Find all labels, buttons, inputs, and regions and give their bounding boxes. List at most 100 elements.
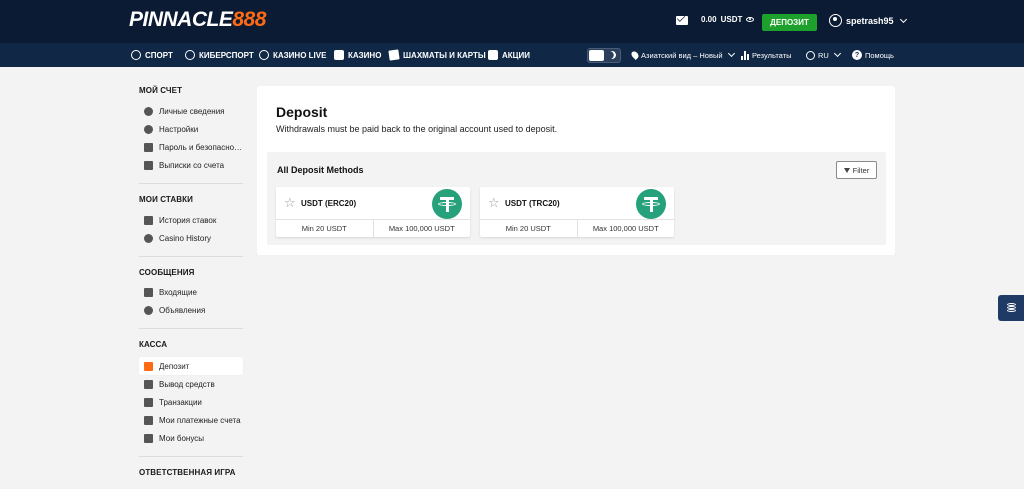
- sidebar-item-label: Транзакции: [159, 397, 202, 407]
- document-icon: [144, 160, 153, 170]
- bet-slip-tab[interactable]: [998, 295, 1024, 321]
- transfer-icon: [144, 397, 153, 407]
- results-label: Результаты: [752, 50, 792, 60]
- nav-label: КАЗИНО LIVE: [273, 50, 327, 60]
- section-title-responsible-gaming: ОТВЕТСТВЕННАЯ ИГРА: [139, 468, 236, 477]
- sidebar-item-label: Объявления: [159, 305, 206, 315]
- payment-method-card-erc20[interactable]: ☆ USDT (ERC20) Min 20 USDT Max 100,000 U…: [276, 187, 470, 237]
- deposit-icon: [144, 361, 153, 371]
- deposit-methods-section: All Deposit Methods Filter ☆ USDT (ERC20…: [267, 152, 886, 245]
- chevron-down-icon: [899, 15, 907, 23]
- star-icon[interactable]: ☆: [284, 196, 296, 209]
- bank-icon: [144, 415, 153, 425]
- payment-method-card-trc20[interactable]: ☆ USDT (TRC20) Min 20 USDT Max 100,000 U…: [480, 187, 674, 237]
- sidebar-item-settings[interactable]: Настройки: [139, 120, 243, 138]
- toggle-knob: [589, 50, 604, 61]
- odds-view-label: Азиатский вид – Новый: [641, 50, 723, 60]
- mail-icon[interactable]: [676, 16, 688, 25]
- sidebar-item-withdrawal[interactable]: Вывод средств: [139, 375, 243, 393]
- payment-method-limits: Min 20 USDT Max 100,000 USDT: [276, 219, 470, 237]
- sidebar-item-label: Вывод средств: [159, 379, 215, 389]
- min-limit: Min 20 USDT: [505, 224, 551, 233]
- sidebar-item-label: Casino History: [159, 233, 212, 243]
- funnel-icon: [843, 167, 850, 173]
- section-divider: [139, 256, 243, 257]
- globe-icon: [806, 50, 815, 60]
- section-title-cashier: КАССА: [139, 340, 168, 349]
- chevron-down-icon: [727, 49, 735, 58]
- help-label: Помощь: [865, 50, 894, 60]
- star-icon[interactable]: ☆: [488, 196, 500, 209]
- headset-icon: [185, 50, 195, 60]
- sidebar-item-label: Депозит: [159, 361, 190, 371]
- chevron-down-icon: [833, 49, 841, 58]
- nav-item-live-casino[interactable]: КАЗИНО LIVE: [259, 48, 326, 62]
- sidebar-item-statements[interactable]: Выписки со счета: [139, 156, 243, 174]
- cash-icon: [144, 379, 153, 389]
- sidebar-item-inbox[interactable]: Входящие: [139, 283, 243, 301]
- theme-toggle[interactable]: [587, 48, 621, 63]
- results-link[interactable]: Результаты: [741, 48, 792, 62]
- mail-icon: [144, 287, 153, 297]
- payment-method-name: USDT (TRC20): [505, 199, 560, 208]
- sidebar-item-personal-info[interactable]: Личные сведения: [139, 102, 243, 120]
- nav-item-casino[interactable]: КАЗИНО: [334, 48, 381, 62]
- section-title-my-account: МОЙ СЧЕТ: [139, 86, 183, 95]
- sidebar-item-deposit[interactable]: Депозит: [139, 357, 243, 375]
- nav-item-chess-cards[interactable]: ШАХМАТЫ И КАРТЫ: [388, 48, 486, 62]
- sidebar-item-label: Пароль и безопасно…: [159, 142, 243, 152]
- nav-item-promotions[interactable]: АКЦИИ: [488, 48, 530, 62]
- balance-display: 0.00 USDT: [701, 15, 755, 24]
- nav-label: АКЦИИ: [502, 50, 531, 60]
- section-divider: [139, 183, 243, 184]
- logo-text: PINNACLE: [129, 8, 233, 31]
- section-divider: [139, 328, 243, 329]
- bell-icon: [144, 305, 153, 315]
- page-subtitle: Withdrawals must be paid back to the ori…: [276, 124, 558, 134]
- sidebar-item-label: Выписки со счета: [159, 160, 225, 170]
- bar-chart-icon: [741, 50, 749, 60]
- lock-icon: [144, 142, 153, 152]
- help-icon: ?: [852, 50, 862, 60]
- gift-icon: [144, 433, 153, 443]
- nav-label: КАЗИНО: [348, 50, 382, 60]
- eye-icon[interactable]: [746, 17, 755, 22]
- payment-method-limits: Min 20 USDT Max 100,000 USDT: [480, 219, 674, 237]
- sidebar-item-label: Входящие: [159, 287, 197, 297]
- sidebar-item-label: Личные сведения: [159, 106, 225, 116]
- pinnacle-logo[interactable]: PINNACLE 888: [129, 8, 266, 31]
- casino-icon: [334, 50, 344, 60]
- sidebar-item-label: Настройки: [159, 124, 199, 134]
- tether-icon: [432, 189, 462, 219]
- username: spetrash95: [846, 15, 894, 26]
- casino-icon: [144, 233, 153, 243]
- logo-number: 888: [232, 8, 266, 31]
- location-pin-icon: [630, 50, 640, 60]
- sidebar-item-password-security[interactable]: Пароль и безопасно…: [139, 138, 243, 156]
- max-limit: Max 100,000 USDT: [372, 220, 471, 237]
- sidebar-item-payment-accounts[interactable]: Мои платежные счета: [139, 411, 243, 429]
- top-header: PINNACLE 888 0.00 USDT ДЕПОЗИТ spetrash95: [0, 0, 1024, 43]
- section-title-my-bets: МОИ СТАВКИ: [139, 195, 194, 204]
- sidebar-item-label: Мои бонусы: [159, 433, 205, 443]
- odds-view-select[interactable]: Азиатский вид – Новый: [630, 48, 735, 62]
- deposit-button[interactable]: ДЕПОЗИТ: [762, 14, 817, 31]
- filter-button[interactable]: Filter: [836, 161, 877, 179]
- balance-currency: USDT: [720, 15, 743, 24]
- section-divider: [139, 456, 243, 457]
- page-title: Deposit: [276, 104, 328, 120]
- user-menu[interactable]: spetrash95: [829, 14, 907, 27]
- sidebar-item-casino-history[interactable]: Casino History: [139, 229, 243, 247]
- deposit-panel: Deposit Withdrawals must be paid back to…: [257, 86, 895, 255]
- soccer-ball-icon: [131, 50, 141, 60]
- sidebar-item-bet-history[interactable]: История ставок: [139, 211, 243, 229]
- language-select[interactable]: RU: [806, 48, 841, 62]
- nav-label: КИБЕРСПОРТ: [199, 50, 254, 60]
- sidebar-item-bonuses[interactable]: Мои бонусы: [139, 429, 243, 447]
- help-link[interactable]: ? Помощь: [852, 48, 894, 62]
- sidebar-item-transactions[interactable]: Транзакции: [139, 393, 243, 411]
- sidebar-item-announcements[interactable]: Объявления: [139, 301, 243, 319]
- nav-item-sport[interactable]: СПОРТ: [131, 48, 173, 62]
- ticket-icon: [144, 215, 153, 225]
- nav-item-esports[interactable]: КИБЕРСПОРТ: [185, 48, 254, 62]
